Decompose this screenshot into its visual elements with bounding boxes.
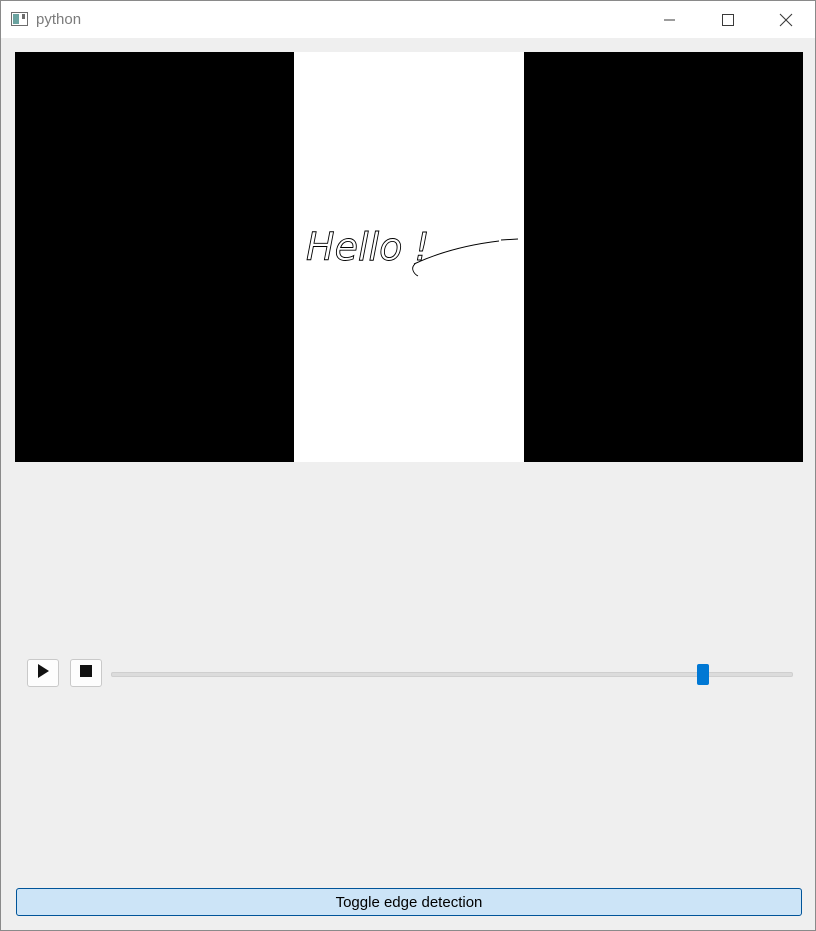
frame-text: Hello !	[306, 225, 430, 269]
toggle-edge-detection-button[interactable]: Toggle edge detection	[16, 888, 802, 916]
video-display: Hello !	[15, 52, 803, 462]
minimize-button[interactable]	[641, 1, 699, 38]
stop-icon	[80, 664, 92, 682]
window-title: python	[36, 11, 82, 28]
app-icon	[11, 12, 28, 26]
slider-handle[interactable]	[696, 664, 709, 685]
maximize-icon	[722, 13, 734, 26]
toggle-edge-detection-label: Toggle edge detection	[335, 893, 483, 911]
stop-button[interactable]	[70, 659, 102, 687]
close-icon	[779, 13, 793, 27]
slider-groove[interactable]	[111, 672, 793, 677]
position-slider[interactable]	[111, 664, 793, 685]
app-window: python Hello ! Toggle edge detection	[0, 0, 816, 931]
close-button[interactable]	[757, 1, 815, 38]
video-frame: Hello !	[294, 52, 524, 462]
play-icon	[37, 663, 49, 683]
minimize-icon	[664, 14, 676, 26]
play-button[interactable]	[27, 659, 59, 687]
maximize-button[interactable]	[699, 1, 757, 38]
title-bar[interactable]: python	[1, 1, 815, 38]
edge-detected-drawing: Hello !	[306, 225, 519, 277]
